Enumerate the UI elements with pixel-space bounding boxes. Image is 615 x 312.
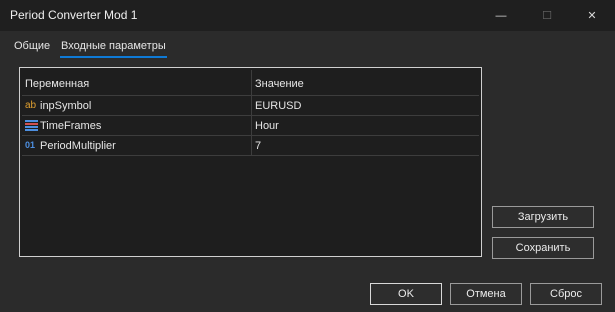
param-name: inpSymbol <box>40 100 92 112</box>
param-name: PeriodMultiplier <box>40 140 116 152</box>
integer-type-icon: 01 <box>25 140 36 150</box>
table-row[interactable]: 01 PeriodMultiplier 7 <box>22 136 479 156</box>
column-divider <box>251 96 252 115</box>
title-bar: Period Converter Mod 1 — ☐ ✕ <box>0 0 615 31</box>
parameters-table: Переменная Значение ab inpSymbol EURUSD … <box>19 67 482 257</box>
minimize-button[interactable]: — <box>478 0 524 31</box>
param-name: TimeFrames <box>40 120 102 132</box>
table-row[interactable]: ab inpSymbol EURUSD <box>22 96 479 116</box>
param-value[interactable]: EURUSD <box>255 100 301 112</box>
tab-general[interactable]: Общие <box>14 40 50 52</box>
tab-input-parameters[interactable]: Входные параметры <box>61 40 166 52</box>
cancel-button[interactable]: Отмена <box>450 283 522 305</box>
column-divider <box>251 116 252 135</box>
column-header-variable: Переменная <box>25 78 90 90</box>
string-type-icon: ab <box>25 100 37 111</box>
param-value[interactable]: Hour <box>255 120 279 132</box>
column-divider[interactable] <box>251 70 252 95</box>
table-header: Переменная Значение <box>22 70 479 96</box>
param-value[interactable]: 7 <box>255 140 261 152</box>
column-header-value: Значение <box>255 78 304 90</box>
maximize-button[interactable]: ☐ <box>524 0 570 31</box>
enum-type-icon <box>25 120 38 133</box>
active-tab-indicator <box>60 56 167 58</box>
reset-button[interactable]: Сброс <box>530 283 602 305</box>
window-title: Period Converter Mod 1 <box>10 8 138 22</box>
load-button[interactable]: Загрузить <box>492 206 594 228</box>
close-button[interactable]: ✕ <box>569 0 615 31</box>
close-icon: ✕ <box>587 10 597 22</box>
minimize-icon: — <box>495 9 507 22</box>
table-row[interactable]: TimeFrames Hour <box>22 116 479 136</box>
column-divider <box>251 136 252 155</box>
ok-button[interactable]: OK <box>370 283 442 305</box>
maximize-icon: ☐ <box>542 10 552 22</box>
save-button[interactable]: Сохранить <box>492 237 594 259</box>
